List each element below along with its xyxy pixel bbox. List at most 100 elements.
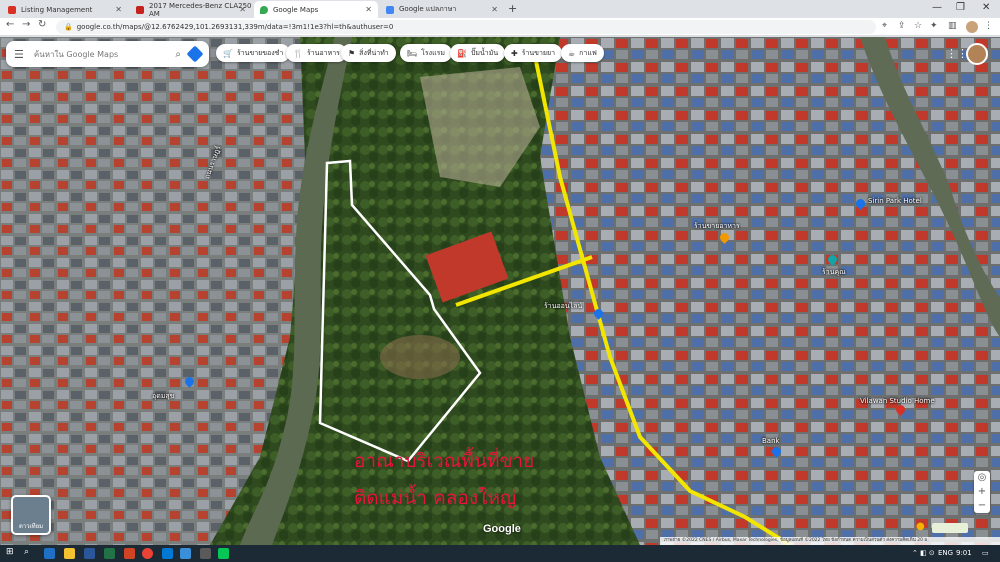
map-attribution: ภาพถ่าย ©2022 CNES / Airbus, Maxar Techn… <box>660 537 1000 545</box>
chip-label: กาแฟ <box>579 48 597 57</box>
search-input[interactable]: ค้นหาใน Google Maps <box>34 48 176 61</box>
chip-coffee[interactable]: ☕ กาแฟ <box>561 44 604 62</box>
place-label[interactable]: Vilawan Studio Home <box>860 397 935 405</box>
overlay-text-line-1: อาณาบริเวณพื้นที่ขาย <box>354 450 535 472</box>
maximize-icon[interactable]: ❐ <box>956 2 965 13</box>
chip-label: ร้านอาหาร <box>306 48 340 57</box>
gas-icon: ⛽ <box>457 48 467 58</box>
pharmacy-icon: ✚ <box>511 48 518 58</box>
language-indicator[interactable]: ENG <box>938 549 953 557</box>
chip-pharmacy[interactable]: ✚ ร้านขายยา <box>504 44 563 62</box>
bed-icon: 🛏 <box>407 48 418 58</box>
location-icon[interactable]: ⌖ <box>882 21 887 31</box>
address-bar[interactable]: 🔒 google.co.th/maps/@12.6762429,101.2693… <box>56 20 876 34</box>
overlay-text-line-2: ติดแม่น้ำ คลองใหญ่ <box>354 487 517 509</box>
pegman-icon[interactable]: ● <box>916 521 925 532</box>
close-window-icon[interactable]: ✕ <box>982 2 990 13</box>
taskbar: ⊞ ⌕ ⌃ ◧ ⊙ ENG 9:01 ▭ <box>0 545 1000 562</box>
hamburger-menu-icon[interactable]: ☰ <box>14 48 24 61</box>
excel-icon[interactable] <box>104 548 115 559</box>
reload-icon[interactable]: ↻ <box>38 19 46 30</box>
forward-icon[interactable]: → <box>22 19 30 30</box>
windows-start-icon[interactable]: ⊞ <box>6 547 14 557</box>
place-label[interactable]: ร้านขายอาหาร <box>694 221 740 232</box>
clock[interactable]: 9:01 <box>956 549 972 557</box>
tab-title: 2017 Mercedes-Benz CLA250 AM <box>149 1 252 18</box>
layers-toggle[interactable]: ดาวเทียม <box>11 495 51 535</box>
chip-label: ร้านขายของชำ <box>236 48 284 57</box>
google-logo: Google <box>483 523 521 535</box>
directions-icon[interactable] <box>186 45 204 63</box>
notification-icon[interactable]: ▭ <box>982 549 989 557</box>
extensions-icon[interactable]: ✦ <box>930 21 938 31</box>
chip-grocery[interactable]: 🛒 ร้านขายของชำ <box>216 44 291 62</box>
browser-toolbar: ← → ↻ 🔒 google.co.th/maps/@12.6762429,10… <box>0 18 1000 36</box>
lock-icon: 🔒 <box>64 23 73 31</box>
powerpoint-icon[interactable] <box>124 548 135 559</box>
zoom-out-button[interactable]: − <box>974 499 990 513</box>
fork-knife-icon: 🍴 <box>293 48 303 58</box>
maps-pin-icon <box>260 5 268 14</box>
map-thumbnails[interactable] <box>932 523 968 533</box>
folder-icon[interactable] <box>64 548 75 559</box>
tab-title: Google แปลภาษา <box>399 5 457 13</box>
location-target-icon[interactable]: ◎ <box>974 471 990 485</box>
close-icon[interactable]: ✕ <box>239 5 246 14</box>
share-icon[interactable]: ⇪ <box>898 21 906 31</box>
more-menu-icon[interactable]: ⋮ <box>984 21 993 31</box>
app-icon[interactable] <box>180 548 191 559</box>
map-viewport[interactable]: ☰ ค้นหาใน Google Maps ⌕ 🛒 ร้านขายของชำ 🍴 ร… <box>0 37 1000 545</box>
search-icon[interactable]: ⌕ <box>175 49 181 60</box>
chrome-icon[interactable] <box>142 548 153 559</box>
close-icon[interactable]: ✕ <box>115 5 122 14</box>
chip-label: สิ่งที่น่าทำ <box>359 48 389 57</box>
tab-title: Google Maps <box>273 5 319 14</box>
place-label[interactable]: Bank <box>762 437 780 445</box>
sidepanel-icon[interactable]: ▥ <box>948 21 957 31</box>
place-label[interactable]: อุดมสุข <box>152 391 174 402</box>
app-icon[interactable] <box>162 548 173 559</box>
word-icon[interactable] <box>84 548 95 559</box>
favicon-icon <box>8 5 16 14</box>
tab-strip: Listing Management ✕ 2017 Mercedes-Benz … <box>0 0 1000 18</box>
line-icon[interactable] <box>218 548 229 559</box>
chip-things-to-do[interactable]: ⚑ สิ่งที่น่าทำ <box>341 44 396 62</box>
app-icon[interactable] <box>200 548 211 559</box>
zoom-in-button[interactable]: + <box>974 485 990 499</box>
chip-hotel[interactable]: 🛏 โรงแรม <box>400 44 452 62</box>
place-label[interactable]: ร้านคุณ <box>822 267 846 278</box>
tab-google-maps[interactable]: Google Maps ✕ <box>254 1 378 18</box>
close-icon[interactable]: ✕ <box>491 5 498 14</box>
tab-title: Listing Management <box>21 5 93 14</box>
new-tab-button[interactable]: + <box>508 2 517 15</box>
translate-icon <box>386 5 394 14</box>
favicon-icon <box>136 5 144 14</box>
tab-mercedes[interactable]: 2017 Mercedes-Benz CLA250 AM ✕ <box>130 1 252 18</box>
layers-label: ดาวเทียม <box>18 523 44 530</box>
tab-listing-management[interactable]: Listing Management ✕ <box>2 1 128 18</box>
bookmark-star-icon[interactable]: ☆ <box>914 21 922 31</box>
place-label[interactable]: Sirin Park Hotel <box>868 197 922 205</box>
zoom-control: ◎ + − <box>974 471 990 513</box>
minimize-icon[interactable]: — <box>932 2 942 13</box>
tray-icons[interactable]: ⌃ ◧ ⊙ <box>912 549 935 557</box>
place-label[interactable]: ร้านออนไลน์ <box>544 301 582 312</box>
back-icon[interactable]: ← <box>6 19 14 30</box>
google-apps-icon[interactable]: ⋮⋮ <box>946 47 968 60</box>
edge-icon[interactable] <box>44 548 55 559</box>
search-icon[interactable]: ⌕ <box>24 547 29 557</box>
ticket-icon: ⚑ <box>348 48 356 58</box>
url-text: google.co.th/maps/@12.6762429,101.269313… <box>76 23 394 31</box>
chip-gas[interactable]: ⛽ ปั๊มน้ำมัน <box>450 44 506 62</box>
chip-restaurant[interactable]: 🍴 ร้านอาหาร <box>286 44 347 62</box>
close-icon[interactable]: ✕ <box>365 5 372 14</box>
chip-label: ร้านขายยา <box>521 48 556 57</box>
chip-label: โรงแรม <box>421 48 445 57</box>
browser-avatar[interactable] <box>966 21 978 33</box>
tab-google-translate[interactable]: Google แปลภาษา ✕ <box>380 1 504 18</box>
map-search-box[interactable]: ☰ ค้นหาใน Google Maps ⌕ <box>6 41 209 67</box>
profile-avatar[interactable] <box>966 43 988 65</box>
cart-icon: 🛒 <box>223 48 233 58</box>
coffee-icon: ☕ <box>568 48 576 58</box>
chip-label: ปั๊มน้ำมัน <box>470 48 499 57</box>
